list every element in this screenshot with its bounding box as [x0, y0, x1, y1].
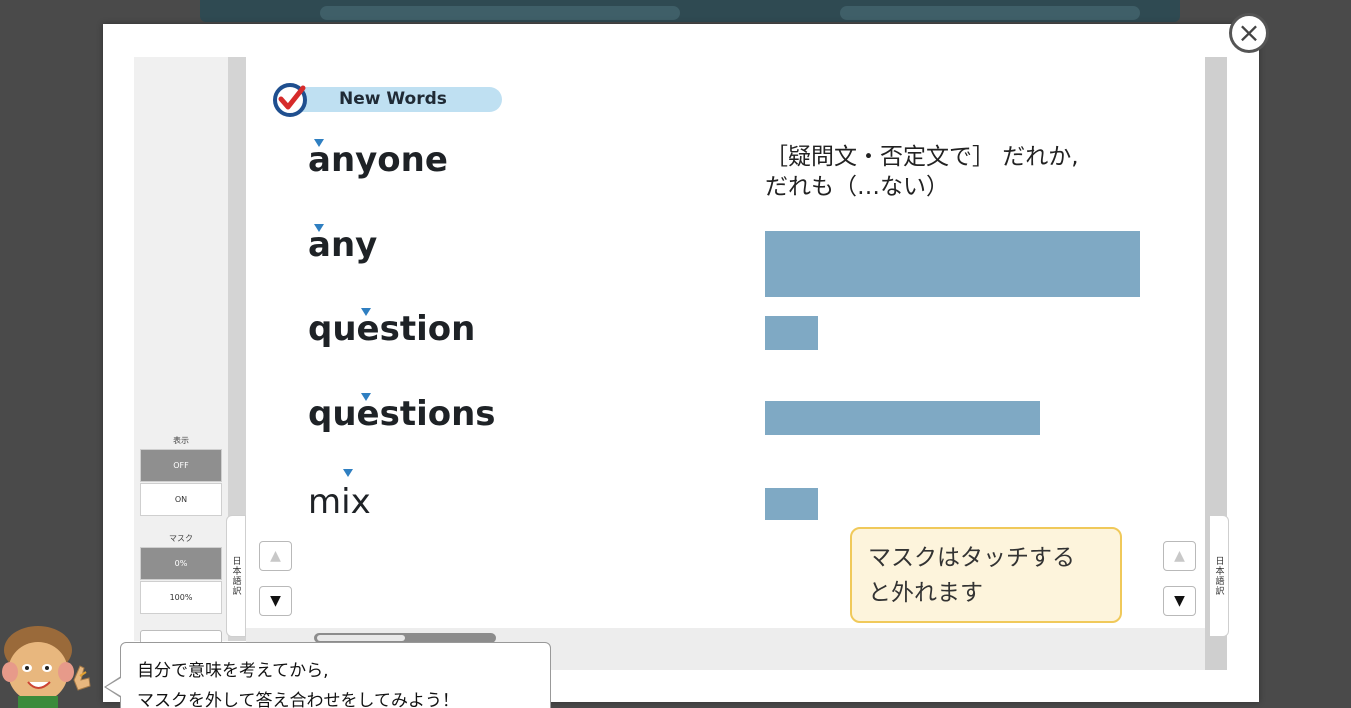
- background-segment: [840, 6, 1140, 20]
- background-segment: [320, 6, 680, 20]
- speech-line: マスクを外して答え合わせをしてみよう！: [137, 690, 459, 708]
- mask-100-button[interactable]: 100%: [140, 581, 222, 614]
- close-button[interactable]: ×: [1229, 13, 1269, 53]
- mascot-character-icon: [2, 626, 91, 708]
- triangle-up-icon: ▲: [270, 548, 281, 564]
- tooltip-line: と外れます: [868, 579, 983, 606]
- speech-bubble: 自分で意味を考えてから, マスクを外して答え合わせをしてみよう！: [120, 642, 551, 708]
- stress-mark: [343, 469, 353, 477]
- word-mix: mix: [308, 482, 371, 522]
- scroll-down-button-right[interactable]: ▼: [1163, 586, 1196, 616]
- word-anyone: anyone: [308, 140, 448, 180]
- tooltip-line: マスクはタッチする: [868, 545, 1075, 571]
- section-title: New Words: [339, 89, 447, 109]
- japanese-translation-tab-right[interactable]: 日本語訳: [1209, 515, 1229, 637]
- triangle-down-icon: ▼: [270, 593, 281, 609]
- word-question: question: [308, 309, 476, 349]
- mask-mix[interactable]: [765, 488, 818, 520]
- meaning-line: だれも（…ない）: [765, 173, 949, 200]
- speech-line: 自分で意味を考えてから,: [137, 661, 329, 681]
- close-icon: ×: [1237, 16, 1261, 49]
- stress-mark: [361, 308, 371, 316]
- stress-mark: [361, 393, 371, 401]
- scroll-down-button-left[interactable]: ▼: [259, 586, 292, 616]
- display-on-button[interactable]: ON: [140, 483, 222, 516]
- mask-any[interactable]: [765, 231, 1140, 297]
- mask-label: マスク: [169, 534, 193, 543]
- side-tab-label: 日本語訳: [230, 556, 241, 596]
- mask-0-button[interactable]: 0%: [140, 547, 222, 580]
- mask-questions[interactable]: [765, 401, 1040, 435]
- scroll-up-button-right[interactable]: ▲: [1163, 541, 1196, 571]
- stress-mark: [314, 224, 324, 232]
- stress-mark: [314, 139, 324, 147]
- horizontal-scroll-thumb[interactable]: [317, 635, 405, 641]
- meaning-line: ［疑問文・否定文で］ だれか,: [765, 144, 1079, 170]
- side-tab-label: 日本語訳: [1213, 556, 1224, 596]
- background-toolbar: [200, 0, 1180, 22]
- mask-hint-tooltip: マスクはタッチする と外れます: [850, 527, 1122, 623]
- checkmark-icon: [273, 83, 307, 117]
- scroll-up-button-left[interactable]: ▲: [259, 541, 292, 571]
- triangle-down-icon: ▼: [1174, 593, 1185, 609]
- display-off-button[interactable]: OFF: [140, 449, 222, 482]
- triangle-up-icon: ▲: [1174, 548, 1185, 564]
- display-label: 表示: [173, 436, 189, 445]
- japanese-translation-tab-left[interactable]: 日本語訳: [226, 515, 246, 637]
- word-any: any: [308, 225, 378, 265]
- meaning-anyone: ［疑問文・否定文で］ だれか, だれも（…ない）: [765, 143, 1079, 203]
- word-questions: questions: [308, 394, 496, 434]
- speech-tail-inner: [106, 678, 121, 696]
- mask-question[interactable]: [765, 316, 818, 350]
